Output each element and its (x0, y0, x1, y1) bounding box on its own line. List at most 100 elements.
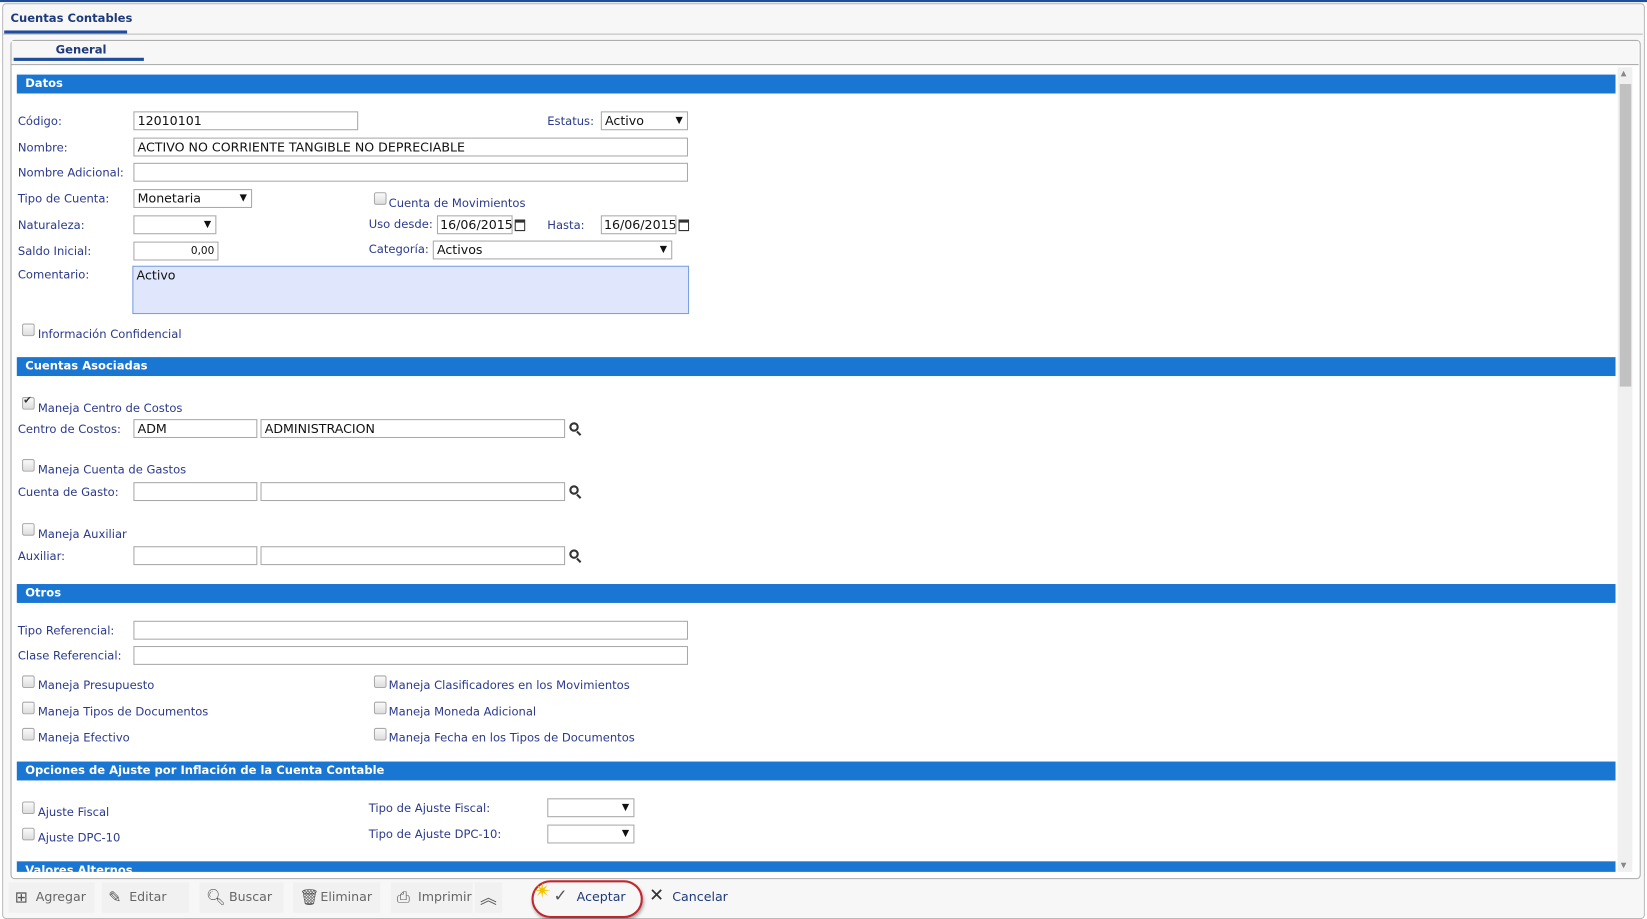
clasificadores-label: Maneja Clasificadores en los Movimientos (388, 678, 630, 693)
nombre-adicional-label: Nombre Adicional: (17, 165, 124, 180)
auxiliar-code-input[interactable] (133, 546, 258, 566)
cancelar-button[interactable]: Cancelar (672, 890, 728, 905)
imprimir-label: Imprimir (418, 889, 472, 905)
divider (3, 33, 1643, 35)
scroll-up-icon[interactable]: ▲ (1621, 69, 1627, 77)
tipo-ajuste-fiscal-select[interactable] (547, 798, 635, 818)
cuenta-movimientos-checkbox[interactable] (373, 192, 387, 205)
uso-desde-input[interactable]: 16/06/2015 (436, 215, 513, 235)
fecha-documentos-label: Maneja Fecha en los Tipos de Documentos (388, 731, 635, 745)
codigo-input[interactable]: 12010101 (133, 111, 359, 131)
uso-desde-label: Uso desde: (368, 217, 433, 232)
search-doc-icon: 🔍︎ (205, 887, 226, 907)
section-datos: Datos (16, 74, 1616, 94)
fecha-documentos-checkbox[interactable] (373, 727, 387, 741)
tab-general[interactable]: General (56, 43, 107, 57)
centro-costos-check-label: Maneja Centro de Costos (37, 401, 183, 415)
tipo-referencial-input[interactable] (133, 620, 689, 640)
tipo-ajuste-dpc-label: Tipo de Ajuste DPC-10: (368, 827, 502, 842)
centro-costos-name-input[interactable]: ADMINISTRACION (260, 419, 566, 439)
scrollbar[interactable]: ▲ ▼ (1617, 67, 1633, 872)
confidencial-label: Información Confidencial (37, 327, 182, 342)
clase-referencial-input[interactable] (133, 645, 689, 665)
scroll-down-icon[interactable]: ▼ (1621, 861, 1627, 869)
moneda-adicional-label: Maneja Moneda Adicional (388, 704, 537, 719)
categoria-select[interactable]: Activos (432, 240, 673, 260)
cuenta-gasto-label: Cuenta de Gasto: (17, 485, 119, 499)
close-icon: ✕ (649, 885, 665, 907)
section-ajuste-inflacion: Opciones de Ajuste por Inflación de la C… (16, 761, 1616, 781)
subtab-underline (13, 57, 144, 61)
section-cuentas-asociadas: Cuentas Asociadas (16, 357, 1616, 377)
search-icon[interactable] (569, 485, 579, 495)
buscar-button[interactable]: 🔍︎ Buscar (199, 882, 284, 913)
ajuste-fiscal-label: Ajuste Fiscal (37, 805, 110, 820)
aceptar-button[interactable]: Aceptar (577, 890, 626, 905)
subtab-strip (11, 40, 1639, 66)
ajuste-dpc-label: Ajuste DPC-10 (37, 830, 121, 845)
app-window: Cuentas Contables General Datos Código: … (0, 0, 1647, 919)
scrollbar-thumb[interactable] (1619, 84, 1632, 387)
agregar-label: Agregar (35, 889, 86, 905)
auxiliar-check-label: Maneja Auxiliar (37, 527, 127, 541)
tipos-documentos-checkbox[interactable] (22, 701, 35, 715)
tipo-ajuste-dpc-select[interactable] (547, 824, 635, 844)
collapse-chevron-icon[interactable]: ︽ (474, 882, 503, 913)
tab-cuentas-contables[interactable]: Cuentas Contables (11, 12, 133, 26)
calendar-icon[interactable] (514, 219, 526, 232)
centro-costos-checkbox[interactable] (22, 395, 35, 410)
confidencial-checkbox[interactable] (22, 323, 35, 337)
search-icon[interactable] (569, 422, 579, 432)
estatus-select[interactable]: Activo (600, 111, 689, 131)
click-burst-icon: ✴ (533, 878, 552, 904)
codigo-label: Código: (17, 114, 62, 129)
editar-button[interactable]: ✎ Editar (101, 882, 190, 913)
ajuste-dpc-checkbox[interactable] (22, 827, 35, 841)
cuenta-gastos-checkbox[interactable] (22, 459, 35, 472)
cuenta-movimientos-label: Cuenta de Movimientos (388, 196, 526, 211)
presupuesto-label: Maneja Presupuesto (37, 678, 155, 693)
naturaleza-label: Naturaleza: (17, 218, 85, 233)
efectivo-checkbox[interactable] (22, 727, 35, 741)
nombre-input[interactable]: ACTIVO NO CORRIENTE TANGIBLE NO DEPRECIA… (133, 137, 689, 157)
clase-referencial-label: Clase Referencial: (17, 649, 122, 663)
printer-icon: ⎙ (397, 887, 410, 907)
section-valores-alternos: Valores Alternos (16, 861, 1616, 872)
naturaleza-select[interactable] (133, 215, 217, 235)
edit-icon: ✎ (108, 887, 122, 907)
auxiliar-checkbox[interactable] (22, 523, 35, 536)
imprimir-button[interactable]: ⎙ Imprimir (390, 882, 473, 913)
cuenta-gastos-check-label: Maneja Cuenta de Gastos (37, 463, 187, 477)
nombre-adicional-input[interactable] (133, 162, 689, 182)
moneda-adicional-checkbox[interactable] (373, 701, 387, 715)
comentario-label: Comentario: (17, 267, 90, 282)
auxiliar-label: Auxiliar: (17, 549, 66, 564)
agregar-button[interactable]: ⊞ Agregar (8, 882, 95, 913)
eliminar-label: Eliminar (320, 889, 373, 905)
presupuesto-checkbox[interactable] (22, 675, 35, 689)
hasta-label: Hasta: (547, 218, 585, 233)
centro-costos-code-input[interactable]: ADM (133, 419, 258, 439)
form-scroll-area: Datos Código: 12010101 Estatus: Activo N… (12, 65, 1617, 872)
saldo-label: Saldo Inicial: (17, 244, 92, 259)
section-otros: Otros (16, 584, 1616, 603)
eliminar-button[interactable]: 🗑︎ Eliminar (293, 882, 381, 913)
auxiliar-name-input[interactable] (260, 546, 566, 566)
hasta-input[interactable]: 16/06/2015 (600, 215, 677, 235)
search-icon[interactable] (569, 549, 579, 559)
centro-costos-label: Centro de Costos: (17, 422, 121, 436)
ajuste-fiscal-checkbox[interactable] (22, 801, 35, 815)
tipo-cuenta-select[interactable]: Monetaria (133, 189, 253, 208)
top-border (0, 0, 1647, 3)
tipos-documentos-label: Maneja Tipos de Documentos (37, 704, 209, 719)
cuenta-gasto-name-input[interactable] (260, 482, 566, 502)
editar-label: Editar (129, 889, 167, 905)
check-icon: ✓ (553, 885, 568, 906)
comentario-textarea[interactable]: Activo (132, 265, 690, 315)
calendar-icon[interactable] (678, 219, 690, 232)
trash-icon: 🗑︎ (299, 887, 320, 907)
efectivo-label: Maneja Efectivo (37, 731, 130, 745)
saldo-input[interactable]: 0,00 (133, 241, 219, 261)
clasificadores-checkbox[interactable] (373, 675, 387, 689)
cuenta-gasto-code-input[interactable] (133, 482, 258, 502)
